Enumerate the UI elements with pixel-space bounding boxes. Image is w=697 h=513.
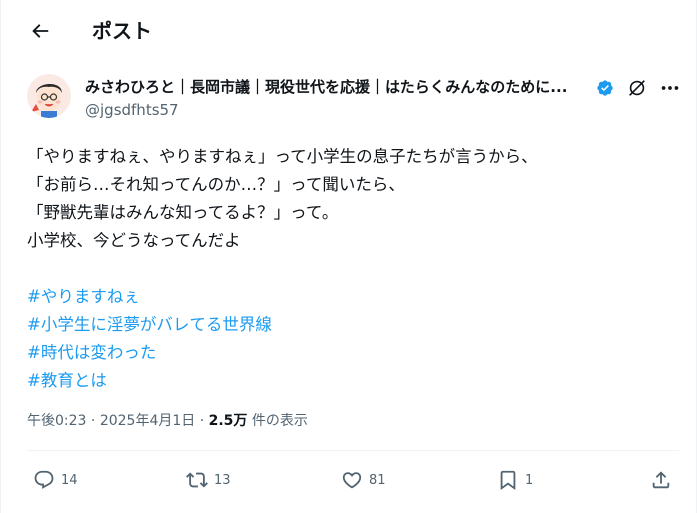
meta-separator: · bbox=[195, 413, 209, 429]
repost-icon bbox=[186, 472, 208, 488]
tweet-line: 「お前ら…それ知ってんのか…？」って聞いたら、 bbox=[27, 175, 405, 194]
more-options-button[interactable] bbox=[658, 77, 682, 99]
share-button[interactable] bbox=[650, 462, 672, 498]
tweet-line: 「野獣先輩はみんな知ってるよ？」って。 bbox=[27, 203, 339, 222]
meta-separator: · bbox=[86, 413, 100, 429]
reply-icon bbox=[34, 470, 54, 489]
repost-count: 13 bbox=[214, 472, 231, 488]
bookmark-button[interactable]: 1 bbox=[497, 462, 533, 498]
header-bar: ポスト bbox=[1, 0, 696, 62]
avatar-illustration bbox=[27, 74, 71, 118]
reply-button[interactable]: 14 bbox=[33, 462, 78, 498]
hashtag-link[interactable]: #小学生に淫夢がバレてる世界線 bbox=[27, 311, 677, 339]
action-bar: 14 13 81 1 bbox=[1, 462, 696, 498]
author-handle[interactable]: @jgsdfhts57 bbox=[85, 100, 179, 120]
bookmark-icon bbox=[500, 470, 516, 491]
tweet-line: 小学校、今どうなってんだよ bbox=[27, 231, 241, 250]
grok-button[interactable] bbox=[626, 77, 648, 99]
author-display-name[interactable]: みさわひろと｜長岡市議｜現役世代を応援｜はたらくみんなのために... bbox=[85, 76, 593, 98]
tweet-text: 「やりますねぇ、やりますねぇ」って小学生の息子たちが言うから、 「お前ら…それ知… bbox=[27, 143, 677, 395]
hashtag-link[interactable]: #やりますねぇ bbox=[27, 283, 677, 311]
like-count: 81 bbox=[369, 472, 386, 488]
more-icon bbox=[661, 86, 679, 90]
like-button[interactable]: 81 bbox=[341, 462, 386, 498]
avatar[interactable] bbox=[27, 74, 71, 118]
post-meta: 午後0:23 · 2025年4月1日 · 2.5万 件の表示 bbox=[27, 411, 308, 431]
hashtag-link[interactable]: #時代は変わった bbox=[27, 339, 677, 367]
tweet-line: 「やりますねぇ、やりますねぇ」って小学生の息子たちが言うから、 bbox=[27, 147, 538, 166]
grok-icon bbox=[629, 80, 645, 96]
view-count: 2.5万 bbox=[208, 413, 248, 429]
reply-count: 14 bbox=[61, 472, 78, 488]
view-count-label: 件の表示 bbox=[247, 413, 308, 429]
arrow-left-icon bbox=[32, 24, 49, 38]
post-page: ポスト みさわひろと｜長岡市議｜現役世代を応援｜はたらくみんなのために... @… bbox=[0, 0, 697, 513]
hashtag-link[interactable]: #教育とは bbox=[27, 367, 677, 395]
heart-icon bbox=[342, 472, 362, 489]
repost-button[interactable]: 13 bbox=[186, 462, 231, 498]
back-button[interactable] bbox=[23, 14, 57, 48]
page-title: ポスト bbox=[92, 19, 152, 43]
divider bbox=[27, 450, 679, 451]
share-icon bbox=[652, 471, 670, 489]
post-time[interactable]: 午後0:23 bbox=[27, 413, 86, 429]
post-date[interactable]: 2025年4月1日 bbox=[100, 413, 195, 429]
bookmark-count: 1 bbox=[525, 472, 534, 488]
verified-badge-icon bbox=[596, 79, 614, 97]
